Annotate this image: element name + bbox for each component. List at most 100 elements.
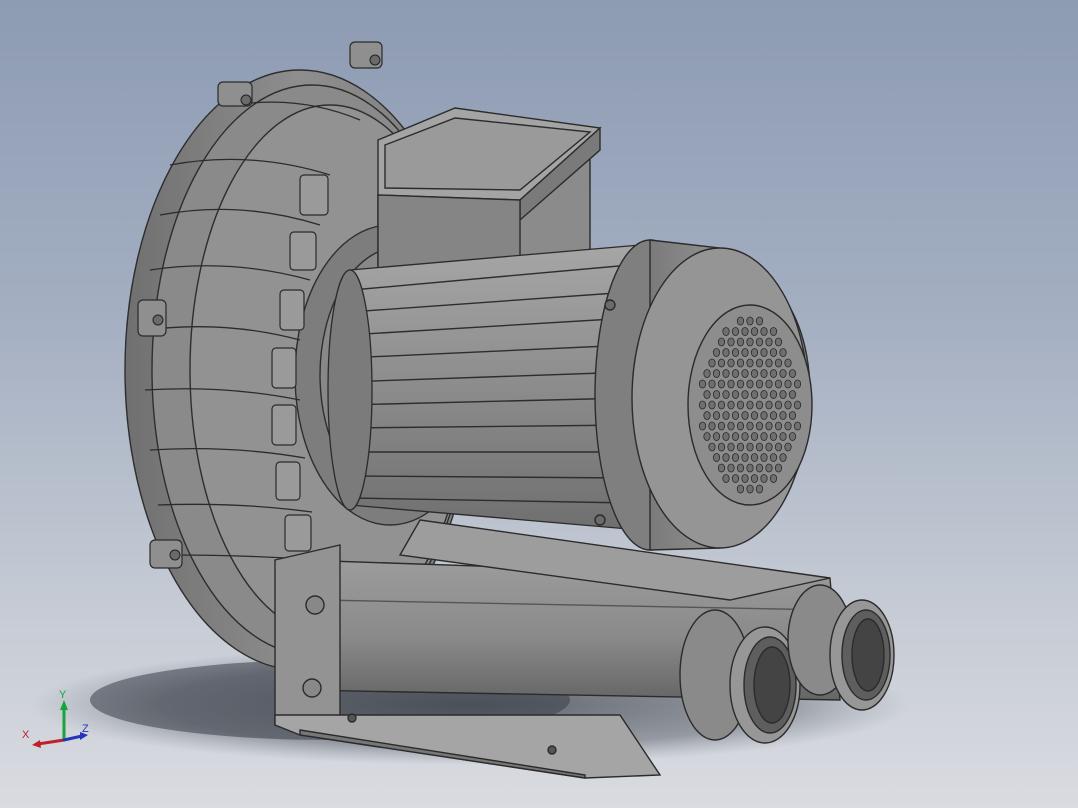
vent-hole	[793, 421, 802, 431]
vent-hole	[784, 421, 792, 431]
vent-hole	[727, 337, 735, 347]
vent-hole	[736, 484, 745, 494]
vent-hole	[722, 474, 730, 483]
vent-hole	[769, 348, 778, 357]
vent-hole	[755, 316, 764, 326]
vent-hole	[784, 358, 792, 368]
vent-hole	[736, 379, 745, 389]
vent-hole	[731, 411, 740, 420]
vent-hole	[750, 327, 759, 336]
vent-hole	[779, 369, 787, 378]
vent-hole	[731, 453, 740, 462]
vent-hole	[746, 463, 754, 473]
vent-hole	[698, 400, 707, 410]
vent-hole	[755, 379, 764, 389]
triad-y-label: Y	[59, 689, 67, 701]
vent-hole	[722, 432, 730, 441]
vent-hole	[793, 379, 802, 389]
vent-hole	[769, 369, 778, 378]
vent-hole	[755, 421, 764, 431]
triad-y-arrow-icon	[60, 700, 68, 710]
vent-hole	[769, 474, 778, 483]
vent-hole	[765, 358, 773, 368]
vent-hole	[746, 358, 754, 368]
vent-hole	[765, 337, 773, 347]
vent-hole	[741, 432, 749, 441]
vent-hole	[746, 421, 754, 431]
vent-hole	[698, 379, 707, 389]
vent-hole	[750, 453, 759, 462]
vent-hole	[722, 327, 730, 336]
vent-hole	[731, 327, 740, 336]
vent-hole	[788, 411, 797, 420]
vent-hole	[746, 379, 754, 389]
vent-hole	[755, 442, 764, 452]
vent-hole	[765, 442, 773, 452]
vent-hole	[712, 369, 721, 378]
vent-hole	[717, 442, 726, 452]
vent-hole	[779, 432, 787, 441]
vent-hole	[760, 369, 768, 378]
vent-hole	[717, 463, 726, 473]
vent-hole	[736, 442, 745, 452]
vent-hole	[755, 463, 764, 473]
vent-hole	[698, 421, 707, 431]
vent-hole	[727, 463, 735, 473]
vent-hole	[727, 442, 735, 452]
vent-hole	[769, 390, 778, 399]
vent-hole	[779, 453, 787, 462]
vent-hole	[746, 484, 754, 494]
vent-hole	[750, 348, 759, 357]
vent-hole	[774, 358, 783, 368]
vent-hole	[727, 421, 735, 431]
vent-hole	[741, 390, 749, 399]
vent-hole	[774, 421, 783, 431]
vent-hole	[741, 327, 749, 336]
vent-hole	[731, 390, 740, 399]
vent-hole	[722, 369, 730, 378]
vent-hole	[712, 453, 721, 462]
triad-x-arrow-icon	[32, 740, 41, 748]
vent-hole	[741, 411, 749, 420]
vent-hole	[736, 400, 745, 410]
vent-hole	[760, 348, 768, 357]
vent-hole	[750, 369, 759, 378]
vent-hole	[760, 453, 768, 462]
vent-hole	[727, 400, 735, 410]
vent-hole	[741, 348, 749, 357]
vent-hole	[750, 474, 759, 483]
vent-hole	[784, 379, 792, 389]
vent-hole	[731, 369, 740, 378]
vent-hole	[717, 421, 726, 431]
vent-hole	[722, 348, 730, 357]
vent-hole	[755, 358, 764, 368]
vent-hole	[774, 400, 783, 410]
vent-hole	[788, 432, 797, 441]
vent-hole	[746, 316, 754, 326]
triad-z-axis	[62, 734, 84, 742]
vent-hole	[708, 358, 716, 368]
vent-hole	[717, 400, 726, 410]
vent-hole	[708, 379, 716, 389]
orientation-triad: Y X Z	[22, 689, 89, 748]
vent-hole	[722, 390, 730, 399]
graphics-viewport[interactable]: Y X Z	[0, 0, 1078, 808]
vent-hole	[736, 316, 745, 326]
vent-hole	[779, 411, 787, 420]
vent-hole	[755, 337, 764, 347]
vent-hole	[784, 400, 792, 410]
vent-hole	[746, 400, 754, 410]
vent-hole	[774, 337, 783, 347]
vent-hole	[708, 400, 716, 410]
vent-hole	[765, 463, 773, 473]
vent-hole	[774, 379, 783, 389]
vent-hole	[765, 400, 773, 410]
vent-hole	[765, 379, 773, 389]
blower-3d-model[interactable]	[0, 0, 1078, 808]
vent-hole	[722, 411, 730, 420]
vent-hole	[731, 348, 740, 357]
vent-hole	[765, 421, 773, 431]
vent-hole	[760, 411, 768, 420]
vent-hole	[769, 411, 778, 420]
vent-hole	[774, 463, 783, 473]
